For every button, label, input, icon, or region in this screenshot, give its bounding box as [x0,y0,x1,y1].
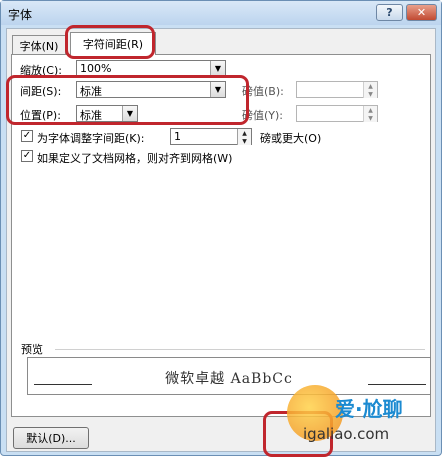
close-button[interactable]: ✕ [406,4,437,21]
close-icon: ✕ [416,6,427,19]
spin-down-icon[interactable]: ▼ [237,137,251,145]
spin-up-icon[interactable]: ▲ [237,129,251,137]
default-button-label: 默认(D)... [26,432,76,445]
spin-down-icon[interactable]: ▼ [363,114,377,122]
scale-value: 100% [80,62,112,75]
tab-font-label: 字体(N) [19,39,59,53]
position-by-spinner[interactable]: ▲ ▼ [296,105,378,122]
kerning-suffix: 磅或更大(O) [260,132,322,145]
preview-divider [55,349,425,350]
help-button[interactable]: ? [376,4,403,21]
preview-label: 预览 [21,343,43,356]
title-bar: 字体 ? ✕ [1,1,441,25]
kerning-checkbox[interactable]: ✓ [21,130,33,142]
font-dialog: 字体 ? ✕ 字体(N) 缩放(C): 100% ▼ 间距(S): 标准 ▼ 磅… [0,0,442,457]
preview-sample: 微软卓越 AaBbCc [165,371,293,387]
snap-grid-checkbox[interactable]: ✓ [21,150,33,162]
chevron-down-icon[interactable]: ▼ [210,61,225,76]
spacing-by-spinner[interactable]: ▲ ▼ [296,81,378,98]
kerning-label: 为字体调整字间距(K): [37,132,145,145]
preview-box: 微软卓越 AaBbCc [27,357,431,395]
dialog-title: 字体 [8,8,33,22]
spin-up-icon[interactable]: ▲ [363,106,377,114]
tab-font[interactable]: 字体(N) [12,35,66,55]
tab-highlight [65,25,155,59]
spin-up-icon[interactable]: ▲ [363,82,377,90]
default-button[interactable]: 默认(D)... [13,427,89,449]
kerning-value: 1 [174,130,181,143]
spin-down-icon[interactable]: ▼ [363,90,377,98]
ok-highlight [263,411,333,457]
kerning-spinner[interactable]: 1 ▲ ▼ [170,128,252,145]
snap-grid-label: 如果定义了文档网格，则对齐到网格(W) [37,152,233,165]
spacing-highlight [6,75,249,125]
preview-rule-right [368,384,426,385]
help-icon: ? [386,6,393,19]
